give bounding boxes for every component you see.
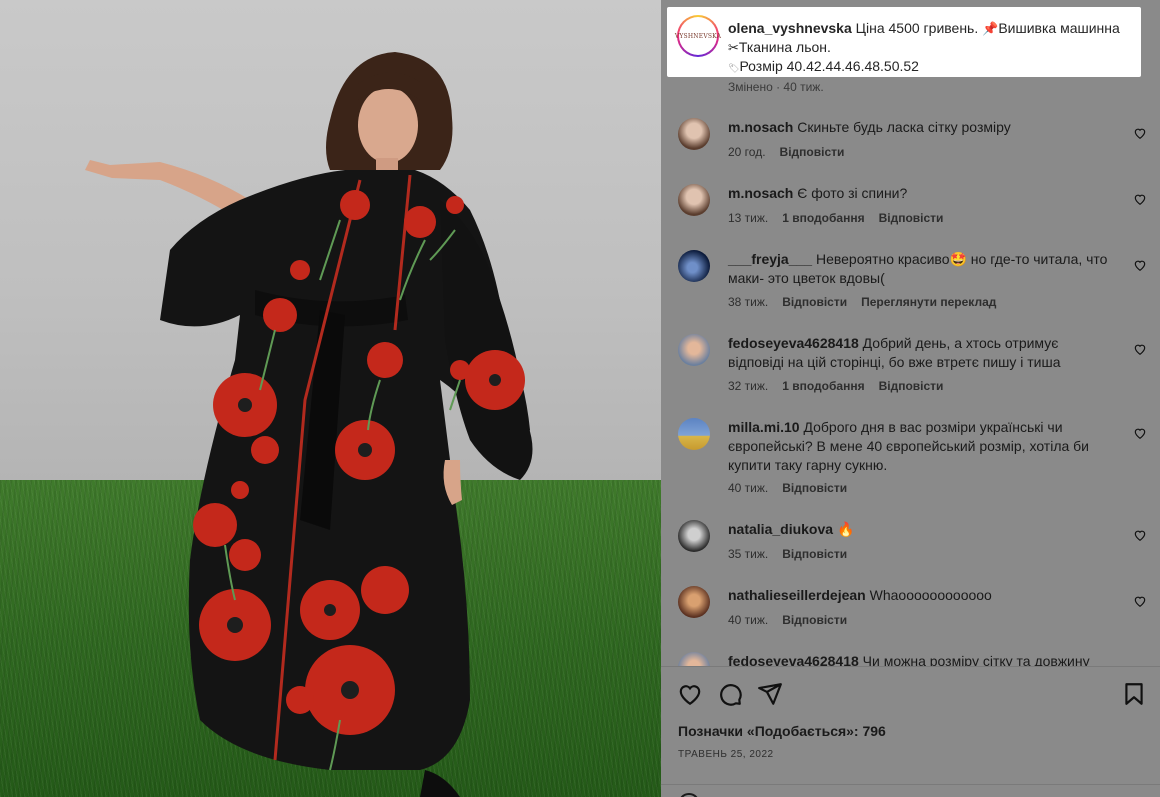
- comment-username[interactable]: m.nosach: [728, 119, 793, 135]
- comment-likes-count[interactable]: 1 вподобання: [782, 211, 864, 225]
- commenter-avatar[interactable]: [678, 118, 710, 150]
- comment-item: fedoseyeva4628418 Чи можна розміру сітку…: [661, 652, 1160, 666]
- post-date: ТРАВЕНЬ 25, 2022: [678, 749, 774, 760]
- comment-body: ___freyja___ Невероятно красиво🤩 но где-…: [728, 250, 1113, 288]
- comment-time: 40 тиж.: [728, 481, 769, 495]
- like-comment-heart-icon[interactable]: [1133, 258, 1147, 272]
- reply-link[interactable]: Відповісти: [782, 547, 847, 561]
- comment-username[interactable]: ___freyja___: [728, 251, 812, 267]
- scissors-icon: ✂: [728, 40, 739, 55]
- comment-time: 40 тиж.: [728, 613, 769, 627]
- reply-link[interactable]: Відповісти: [782, 481, 847, 495]
- comment-body: milla.mi.10 Доброго дня в вас розміри ук…: [728, 418, 1113, 475]
- see-translation-link[interactable]: Переглянути переклад: [861, 295, 996, 309]
- comment-username[interactable]: fedoseyeva4628418: [728, 653, 859, 666]
- like-comment-heart-icon[interactable]: [1133, 594, 1147, 608]
- model-illustration: [85, 52, 533, 797]
- comment-meta: 13 тиж. 1 вподобання Відповісти: [728, 211, 957, 225]
- like-comment-heart-icon[interactable]: [1133, 126, 1147, 140]
- paper-plane-icon[interactable]: [757, 681, 783, 707]
- commenter-avatar[interactable]: [678, 652, 710, 666]
- like-comment-heart-icon[interactable]: [1133, 192, 1147, 206]
- reply-link[interactable]: Відповісти: [782, 613, 847, 627]
- commenter-avatar[interactable]: [678, 334, 710, 366]
- reply-link[interactable]: Відповісти: [780, 145, 845, 159]
- comment-meta: 40 тиж. Відповісти: [728, 613, 861, 627]
- edited-label: Змінено · 40 тиж.: [728, 80, 824, 94]
- comment-bubble-icon[interactable]: [717, 681, 743, 707]
- post-photo[interactable]: [0, 0, 661, 797]
- comment-meta: 35 тиж. Відповісти: [728, 547, 861, 561]
- caption-line2: Тканина льон.: [738, 39, 831, 55]
- reply-link[interactable]: Відповісти: [879, 379, 944, 393]
- commenter-avatar[interactable]: [678, 418, 710, 450]
- comment-time: 20 год.: [728, 145, 766, 159]
- likes-count[interactable]: Позначки «Подобається»: 796: [678, 723, 886, 739]
- author-avatar[interactable]: VYSHNEVSKA: [675, 15, 721, 57]
- author-username[interactable]: olena_vyshnevska: [728, 20, 852, 36]
- heart-icon[interactable]: [677, 681, 703, 707]
- comment-text: Є фото зі спини?: [797, 185, 908, 201]
- comment-time: 38 тиж.: [728, 295, 769, 309]
- commenter-avatar[interactable]: [678, 250, 710, 282]
- bookmark-icon[interactable]: [1121, 681, 1147, 707]
- comment-body: fedoseyeva4628418 Чи можна розміру сітку…: [728, 652, 1113, 666]
- comment-username[interactable]: m.nosach: [728, 185, 793, 201]
- comment-username[interactable]: milla.mi.10: [728, 419, 800, 435]
- comment-text: 🔥: [836, 521, 855, 537]
- commenter-avatar[interactable]: [678, 520, 710, 552]
- reply-link[interactable]: Відповісти: [879, 211, 944, 225]
- comment-body: m.nosach Скиньте будь ласка сітку розмір…: [728, 118, 1113, 137]
- comment-username[interactable]: fedoseyeva4628418: [728, 335, 859, 351]
- caption-line1: Ціна 4500 гривень.: [855, 20, 983, 36]
- comment-text: Whaoooooooooooo: [869, 587, 992, 603]
- commenter-avatar[interactable]: [678, 184, 710, 216]
- pushpin-icon: 📌: [982, 21, 999, 36]
- comment-meta: 40 тиж. Відповісти: [728, 481, 861, 495]
- commenter-avatar[interactable]: [678, 586, 710, 618]
- comment-likes-count[interactable]: 1 вподобання: [782, 379, 864, 393]
- comment-meta: 38 тиж. Відповісти Переглянути переклад: [728, 295, 1010, 309]
- like-comment-heart-icon[interactable]: [1133, 528, 1147, 542]
- like-comment-heart-icon[interactable]: [1133, 426, 1147, 440]
- caption-text: olena_vyshnevska Ціна 4500 гривень. 📌Виш…: [728, 19, 1138, 77]
- comment-time: 13 тиж.: [728, 211, 769, 225]
- like-comment-heart-icon[interactable]: [1133, 342, 1147, 356]
- comment-username[interactable]: nathalieseillerdejean: [728, 587, 866, 603]
- comment-meta: 32 тиж. 1 вподобання Відповісти: [728, 379, 957, 393]
- tag-icon: 🏷: [728, 63, 740, 73]
- reply-link[interactable]: Відповісти: [782, 295, 847, 309]
- comment-username[interactable]: natalia_diukova: [728, 521, 833, 537]
- comments-panel: VYSHNEVSKA olena_vyshnevska Ціна 4500 гр…: [661, 0, 1160, 797]
- comment-body: natalia_diukova 🔥: [728, 520, 1113, 539]
- emoji-picker-icon[interactable]: [678, 793, 700, 797]
- comment-time: 35 тиж.: [728, 547, 769, 561]
- caption-line1b: Вишивка машинна: [998, 20, 1120, 36]
- comment-meta: 20 год. Відповісти: [728, 145, 858, 159]
- comment-body: fedoseyeva4628418 Добрий день, а хтось о…: [728, 334, 1113, 372]
- post-actions-bar: Позначки «Подобається»: 796 ТРАВЕНЬ 25, …: [661, 666, 1160, 797]
- divider: [661, 784, 1160, 785]
- comment-body: m.nosach Є фото зі спини?: [728, 184, 1113, 203]
- caption-line3: Розмір 40.42.44.46.48.50.52: [739, 58, 919, 74]
- comment-text: Скиньте будь ласка сітку розміру: [797, 119, 1011, 135]
- author-avatar-logo: VYSHNEVSKA: [675, 17, 721, 55]
- post-caption: VYSHNEVSKA olena_vyshnevska Ціна 4500 гр…: [667, 7, 1141, 77]
- comment-time: 32 тиж.: [728, 379, 769, 393]
- comment-text: Чи можна розміру сітку та довжину: [862, 653, 1090, 666]
- comment-body: nathalieseillerdejean Whaoooooooooooo: [728, 586, 1113, 605]
